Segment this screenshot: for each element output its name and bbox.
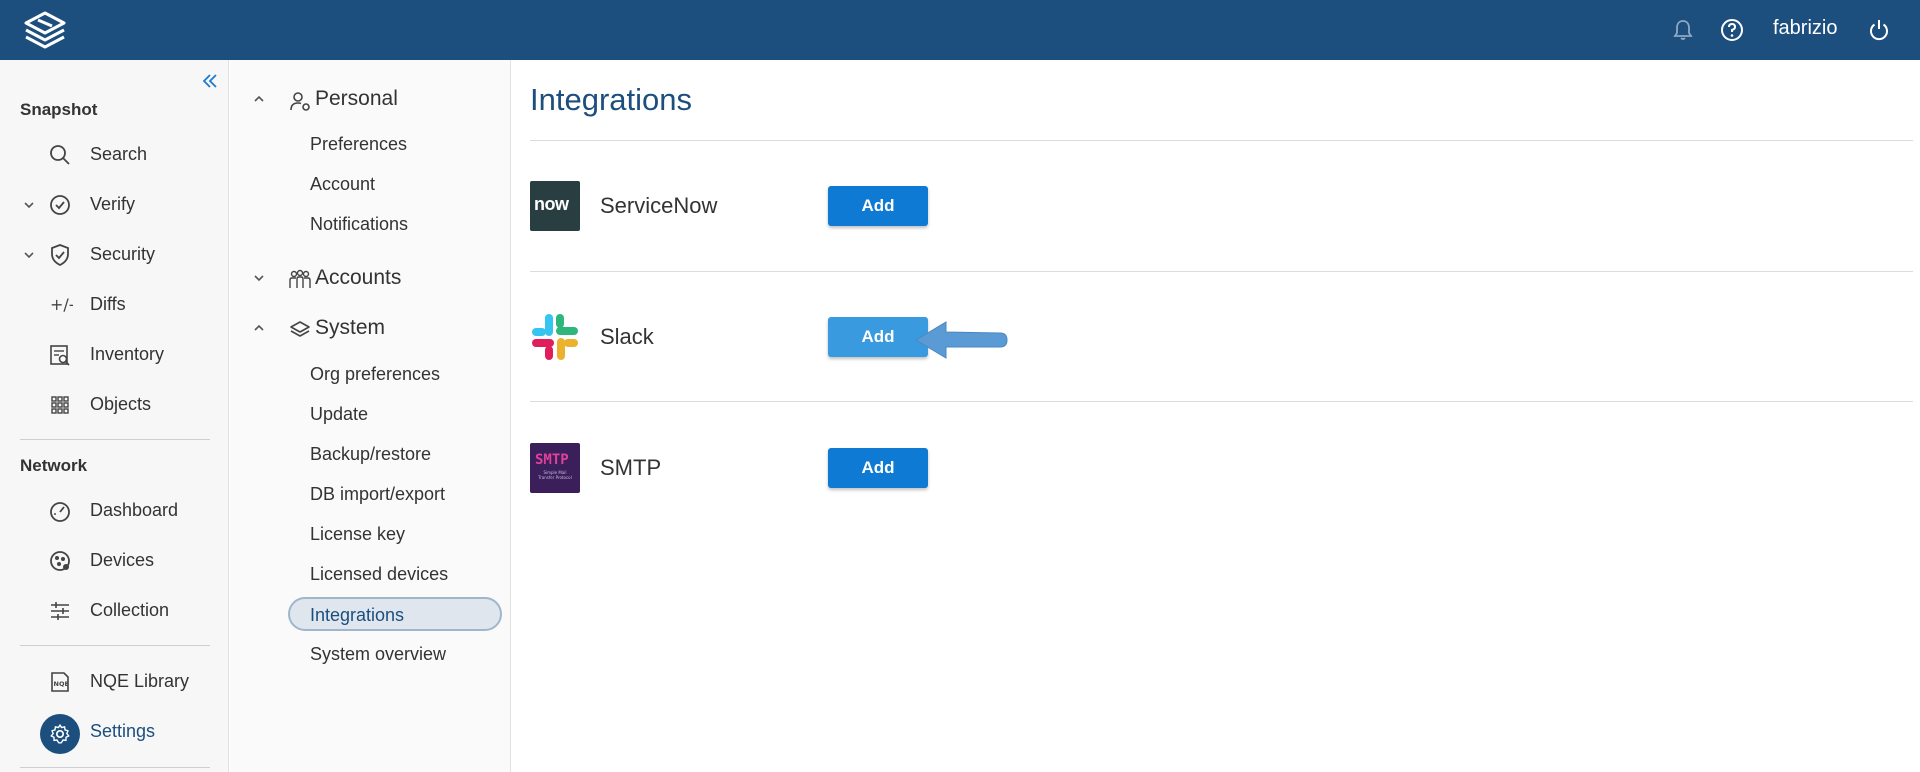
collapse-sidebar-icon[interactable]	[199, 70, 221, 92]
nav-item-label: Search	[90, 144, 148, 164]
slack-logo	[532, 314, 578, 360]
devices-icon	[50, 551, 70, 571]
shield-check-icon	[51, 244, 69, 267]
page-title: Integrations	[530, 82, 692, 117]
users-icon	[289, 269, 311, 288]
nav-divider	[20, 645, 210, 646]
chevron-down-icon[interactable]	[252, 271, 266, 285]
integration-name: ServiceNow	[600, 193, 718, 218]
power-icon[interactable]	[1866, 17, 1892, 43]
svg-text:NQE: NQE	[54, 680, 69, 688]
integration-row-servicenow: now ServiceNow Add	[530, 181, 1913, 241]
subnav-item-licensed-devices[interactable]: Licensed devices	[310, 564, 448, 585]
nav-item-dashboard[interactable]: Dashboard	[0, 490, 229, 530]
nav-item-diffs[interactable]: +/- Diffs	[0, 284, 229, 324]
nav-item-inventory[interactable]: Inventory	[0, 334, 229, 374]
inventory-icon	[50, 345, 70, 366]
group-label: Personal	[315, 87, 398, 110]
subnav-item-integrations[interactable]: Integrations	[288, 597, 502, 631]
nav-divider	[20, 439, 210, 440]
user-gear-icon	[290, 92, 310, 111]
subnav-item-preferences[interactable]: Preferences	[310, 134, 407, 155]
check-circle-icon	[50, 195, 70, 215]
nav-item-settings[interactable]: Settings	[0, 711, 229, 754]
chevron-down-icon[interactable]	[22, 198, 36, 212]
nav-item-label: Devices	[90, 550, 155, 570]
smtp-logo-text: SMTP	[535, 452, 569, 468]
add-smtp-button[interactable]: Add	[828, 448, 928, 488]
nav-item-label: NQE Library	[90, 671, 190, 691]
nav-item-label: Collection	[90, 600, 170, 620]
diff-icon: +/-	[50, 295, 73, 314]
annotation-arrow-icon	[915, 321, 1008, 359]
smtp-logo: SMTP Simple Mail Transfer Protocol	[530, 443, 580, 493]
nav-item-search[interactable]: Search	[0, 134, 229, 174]
servicenow-logo: now	[530, 181, 580, 231]
subnav-item-org-preferences[interactable]: Org preferences	[310, 364, 440, 385]
nav-item-label: Inventory	[90, 344, 165, 364]
nav-item-security[interactable]: Security	[0, 234, 229, 274]
left-nav: Snapshot Search Verify Security +/- Diff…	[0, 60, 229, 772]
settings-active-indicator	[40, 714, 80, 754]
subnav-item-account[interactable]: Account	[310, 174, 375, 195]
nav-item-label: Diffs	[90, 294, 126, 314]
add-servicenow-button[interactable]: Add	[828, 186, 928, 226]
smtp-logo-subtext: Simple Mail Transfer Protocol	[538, 470, 572, 480]
group-label: Accounts	[315, 266, 402, 289]
group-accounts[interactable]: Accounts	[230, 258, 511, 298]
nqe-icon: NQE	[51, 672, 69, 692]
group-label: System	[315, 316, 386, 339]
nav-item-nqe-library[interactable]: NQE NQE Library	[0, 661, 229, 701]
nav-item-devices[interactable]: Devices	[0, 540, 229, 580]
group-system[interactable]: System	[230, 308, 511, 348]
chevron-down-icon[interactable]	[22, 248, 36, 262]
integration-row-slack: Slack Add	[530, 312, 1913, 372]
main-content: Integrations now ServiceNow Add Slack Ad…	[512, 60, 1920, 772]
top-bar: fabrizio	[0, 0, 1920, 60]
divider	[530, 140, 1913, 141]
subnav-item-update[interactable]: Update	[310, 404, 368, 425]
help-icon[interactable]	[1719, 17, 1745, 43]
nav-divider	[20, 767, 210, 768]
user-name[interactable]: fabrizio	[1773, 17, 1837, 40]
layers-icon	[290, 321, 310, 337]
divider	[530, 271, 1913, 272]
nav-item-label: Verify	[90, 194, 136, 214]
servicenow-logo-text: now	[534, 194, 569, 214]
nav-item-label: Objects	[90, 394, 152, 414]
integration-name: SMTP	[600, 455, 662, 480]
integration-name: Slack	[600, 324, 654, 349]
subnav-item-backup-restore[interactable]: Backup/restore	[310, 444, 431, 465]
nav-item-label: Settings	[90, 721, 156, 741]
integration-row-smtp: SMTP Simple Mail Transfer Protocol SMTP …	[530, 443, 1913, 503]
nav-item-objects[interactable]: Objects	[0, 384, 229, 424]
subnav-item-notifications[interactable]: Notifications	[310, 214, 408, 235]
stack-logo-icon[interactable]	[18, 9, 72, 51]
subnav-item-license-key[interactable]: License key	[310, 524, 405, 545]
gauge-icon	[50, 502, 70, 522]
subnav-item-db-import-export[interactable]: DB import/export	[310, 484, 445, 505]
chevron-up-icon[interactable]	[252, 321, 266, 335]
sliders-icon	[51, 602, 69, 620]
subnav-item-label: Integrations	[310, 605, 405, 625]
network-section-title: Network	[20, 456, 88, 475]
add-slack-button[interactable]: Add	[828, 317, 928, 357]
settings-subnav: Personal Preferences Account Notificatio…	[230, 60, 511, 772]
svg-text:+/-: +/-	[50, 295, 73, 314]
grid-icon	[51, 396, 69, 414]
nav-item-label: Security	[90, 244, 156, 264]
nav-item-collection[interactable]: Collection	[0, 590, 229, 630]
nav-item-verify[interactable]: Verify	[0, 184, 229, 224]
snapshot-section-title: Snapshot	[20, 100, 98, 119]
bell-icon[interactable]	[1670, 17, 1696, 43]
gear-icon	[50, 724, 70, 744]
divider	[530, 401, 1913, 402]
search-icon	[50, 145, 70, 165]
nav-item-label: Dashboard	[90, 500, 179, 520]
subnav-item-system-overview[interactable]: System overview	[310, 644, 446, 665]
group-personal[interactable]: Personal	[230, 79, 511, 119]
chevron-up-icon[interactable]	[252, 92, 266, 106]
